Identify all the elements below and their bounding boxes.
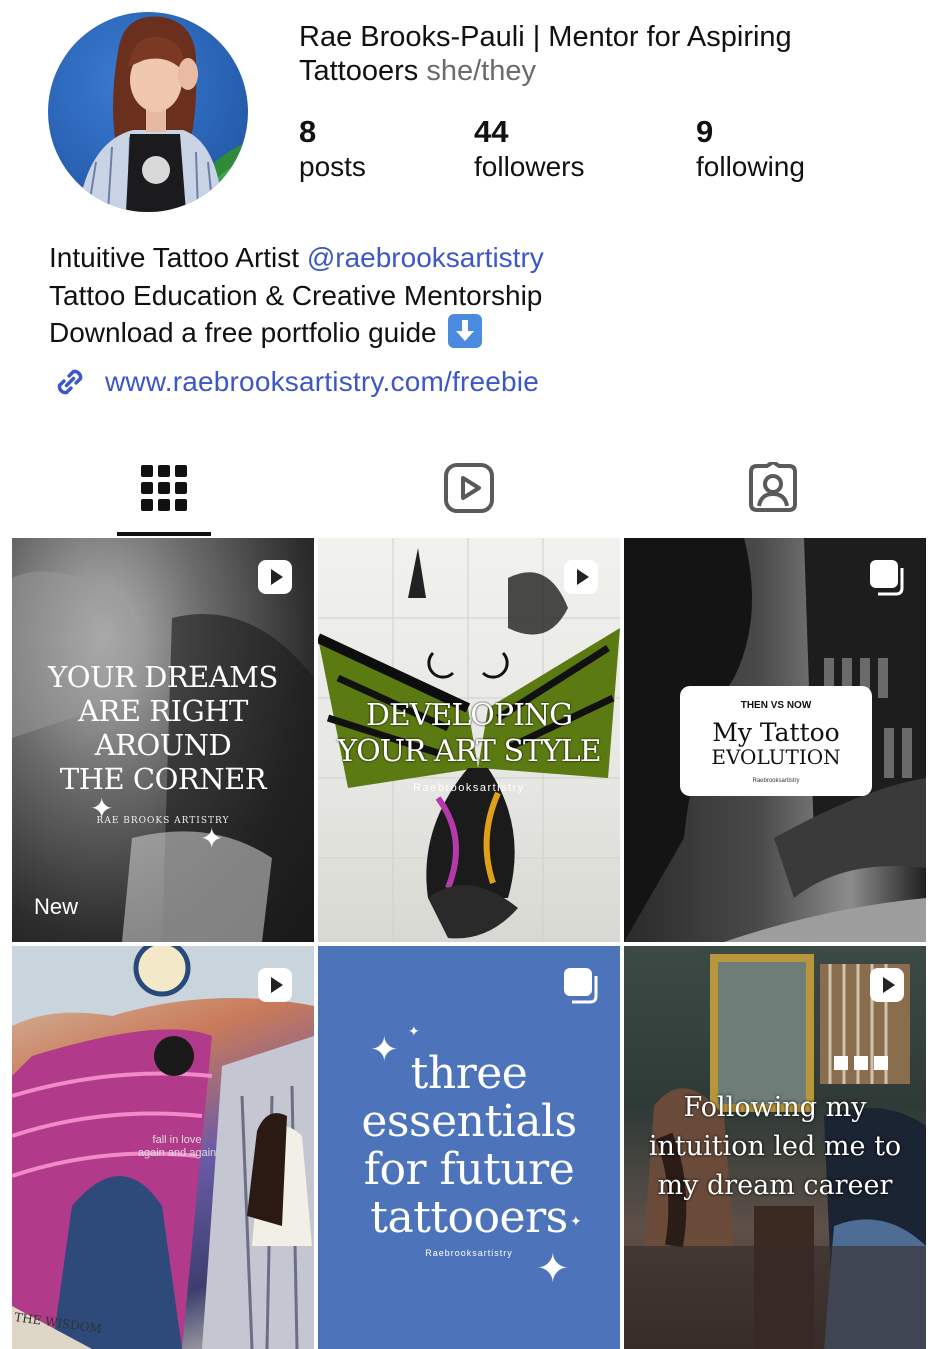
new-post-label: New (34, 894, 79, 919)
post-1-caption-line: THE CORNER (59, 762, 267, 796)
bio-link[interactable]: www.raebrooksartistry.com/freebie (49, 362, 539, 402)
post-6-caption-line: Following my (683, 1092, 867, 1123)
post-1-caption-line: ARE RIGHT (78, 694, 248, 728)
post-1-caption: YOUR DREAMS ARE RIGHT AROUND THE CORNER (12, 660, 314, 796)
profile-bio: Intuitive Tattoo Artist @raebrooksartist… (49, 239, 909, 352)
tab-posts-grid[interactable] (117, 440, 211, 536)
tab-reels[interactable] (420, 440, 518, 536)
post-3-card: THEN VS NOW My Tattoo EVOLUTION Raebrook… (680, 686, 872, 796)
post-1-caption-line: AROUND (94, 728, 232, 762)
post-1-caption-line: YOUR DREAMS (48, 660, 278, 694)
sparkle-icon: ✦ (200, 822, 224, 855)
post-tile-4[interactable]: fall in love again and again THE WISDOM (12, 946, 314, 1349)
profile-name: Rae Brooks-Pauli | Mentor for Aspiring T… (299, 21, 792, 87)
down-arrow-emoji-icon (448, 314, 483, 348)
stat-following-label: following (696, 151, 805, 182)
post-tile-6[interactable]: Following my intuition led me to my drea… (624, 946, 926, 1349)
reel-badge-icon (258, 968, 292, 1002)
stat-followers-label: followers (474, 151, 585, 182)
post-6-caption: Following my intuition led me to my drea… (624, 1088, 926, 1205)
sparkle-icon: ✦ (408, 1024, 420, 1040)
post-5-caption-line: for future (363, 1144, 575, 1195)
post-2-caption-line: DEVELOPING (365, 698, 573, 733)
post-3-caption-line: My Tattoo (712, 718, 840, 747)
post-5-caption-line: essentials (361, 1096, 577, 1147)
post-2-brand: Raebrooksartistry (413, 782, 525, 794)
carousel-badge-icon (870, 560, 904, 596)
stat-posts-value: 8 (299, 114, 317, 149)
avatar-portrait (78, 16, 248, 212)
post-4-caption: fall in love again and again (122, 1134, 232, 1160)
reels-icon (444, 463, 494, 513)
reel-badge-icon (564, 560, 598, 594)
reel-badge-icon (870, 968, 904, 1002)
bio-line-1-text: Intuitive Tattoo Artist (49, 242, 307, 273)
post-3-caption: My Tattoo EVOLUTION (680, 718, 872, 769)
stat-following-value: 9 (696, 114, 714, 149)
post-4-caption-line: again and again (137, 1147, 217, 1159)
post-4-caption-line: fall in love (152, 1134, 202, 1146)
stat-following[interactable]: 9 following (696, 114, 805, 184)
grid-icon (141, 465, 187, 511)
profile-avatar[interactable] (48, 12, 248, 212)
display-name: Rae Brooks-Pauli | Mentor for Aspiring T… (299, 20, 899, 88)
bio-line-1: Intuitive Tattoo Artist @raebrooksartist… (49, 239, 909, 277)
sparkle-icon: ✦ (570, 1214, 582, 1230)
post-2-caption-line: YOUR ART STYLE (337, 734, 601, 769)
post-6-caption-line: my dream career (657, 1170, 893, 1201)
stat-followers-value: 44 (474, 114, 509, 149)
sparkle-icon: ✦ (90, 792, 114, 825)
post-6-caption-line: intuition led me to (648, 1131, 902, 1162)
carousel-badge-icon (564, 968, 598, 1004)
sparkle-icon: ✦ (536, 1246, 570, 1292)
bio-line-3-text: Download a free portfolio guide (49, 317, 437, 348)
post-1-brand: RAE BROOKS ARTISTRY (96, 816, 230, 826)
post-tile-2[interactable]: DEVELOPING YOUR ART STYLE Raebrooksartis… (318, 538, 620, 942)
stat-posts-label: posts (299, 151, 366, 182)
post-5-brand: Raebrooksartistry (425, 1248, 513, 1258)
reel-badge-icon (258, 560, 292, 594)
post-tile-1[interactable]: YOUR DREAMS ARE RIGHT AROUND THE CORNER … (12, 538, 314, 942)
post-3-kicker: THEN VS NOW (740, 700, 812, 711)
pronouns: she/they (426, 55, 536, 87)
stat-posts[interactable]: 8 posts (299, 114, 366, 184)
bio-mention-link[interactable]: @raebrooksartistry (307, 242, 544, 273)
post-3-brand: Raebrooksartistry (752, 778, 800, 784)
profile-header: Rae Brooks-Pauli | Mentor for Aspiring T… (0, 0, 938, 230)
post-5-caption-line: three (410, 1048, 528, 1099)
link-icon (57, 369, 83, 395)
post-3-caption-line: EVOLUTION (711, 745, 841, 769)
tagged-icon (749, 462, 797, 512)
profile-tabs (0, 440, 938, 536)
active-tab-indicator (117, 532, 211, 536)
bio-line-3: Download a free portfolio guide (49, 314, 909, 352)
post-tile-5[interactable]: ✦ ✦ three essentials for future tattooer… (318, 946, 620, 1349)
bio-link-url[interactable]: www.raebrooksartistry.com/freebie (105, 366, 539, 398)
tab-tagged[interactable] (724, 440, 822, 536)
stat-followers[interactable]: 44 followers (474, 114, 584, 184)
post-tile-3[interactable]: THEN VS NOW My Tattoo EVOLUTION Raebrook… (624, 538, 926, 942)
bio-line-2: Tattoo Education & Creative Mentorship (49, 279, 543, 311)
post-2-caption: DEVELOPING YOUR ART STYLE (318, 698, 620, 770)
posts-grid: YOUR DREAMS ARE RIGHT AROUND THE CORNER … (12, 538, 926, 1349)
